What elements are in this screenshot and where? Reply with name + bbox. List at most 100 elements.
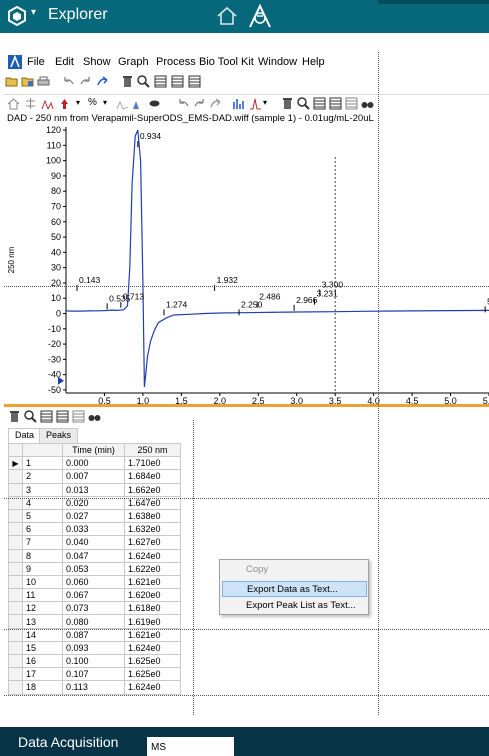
chromatogram-icon[interactable] <box>249 97 262 110</box>
menu-graph[interactable]: Graph <box>118 56 149 68</box>
row-index-cell[interactable]: 6 <box>22 522 63 537</box>
context-export-data[interactable]: Export Data as Text... <box>222 581 367 597</box>
chromatogram-dropdown-icon[interactable]: ▾ <box>263 98 267 107</box>
time-cell[interactable]: 0.067 <box>62 588 125 603</box>
tab-peaks[interactable]: Peaks <box>39 428 79 443</box>
row-header[interactable] <box>8 522 23 537</box>
row-index-cell[interactable]: 13 <box>22 614 63 629</box>
menu-bio-tool-kit[interactable]: Bio Tool Kit <box>199 56 254 68</box>
row-index-cell[interactable]: 18 <box>22 680 63 695</box>
row-index-cell[interactable]: 16 <box>22 653 63 669</box>
table-row[interactable]: 13 0.080 1.619e0 <box>8 614 181 629</box>
time-cell[interactable]: 0.093 <box>62 640 125 656</box>
row-index-cell[interactable]: 2 <box>22 469 63 484</box>
area-icon[interactable] <box>132 97 145 110</box>
time-cell[interactable]: 0.053 <box>62 561 125 576</box>
time-cell[interactable]: 0.113 <box>62 680 125 695</box>
row-index-cell[interactable]: 8 <box>22 548 63 563</box>
row-header[interactable] <box>8 574 23 590</box>
ms-panel[interactable]: MS <box>147 737 234 756</box>
percent-dropdown-icon[interactable]: ▾ <box>103 98 107 107</box>
print-icon[interactable] <box>37 75 50 88</box>
arrow-down-icon[interactable]: ▾ <box>76 98 80 107</box>
row-header[interactable] <box>8 680 23 695</box>
row-header[interactable] <box>8 667 23 682</box>
value-cell[interactable]: 1.619e0 <box>124 614 181 629</box>
home-icon[interactable] <box>216 6 238 26</box>
table-row[interactable]: 11 0.067 1.620e0 <box>8 588 181 603</box>
time-cell[interactable]: 0.087 <box>62 627 125 642</box>
value-cell[interactable]: 1.622e0 <box>124 561 181 576</box>
value-cell[interactable]: 1.621e0 <box>124 627 181 642</box>
zoom-graph-icon[interactable] <box>297 97 310 110</box>
table-row[interactable]: 14 0.087 1.621e0 <box>8 627 181 642</box>
value-cell[interactable]: 1.684e0 <box>124 469 181 484</box>
table-graph-icon[interactable] <box>313 97 326 110</box>
table-row[interactable]: 8 0.047 1.624e0 <box>8 548 181 563</box>
row-index-cell[interactable]: 3 <box>22 482 63 497</box>
table-row[interactable]: 16 0.100 1.625e0 <box>8 653 181 669</box>
home-view-icon[interactable] <box>7 97 20 110</box>
value-cell[interactable]: 1.624e0 <box>124 640 181 656</box>
table-row[interactable]: 7 0.040 1.627e0 <box>8 535 181 550</box>
time-cell[interactable]: 0.107 <box>62 667 125 682</box>
row-index-cell[interactable]: 15 <box>22 640 63 656</box>
index-column-header[interactable] <box>22 442 63 458</box>
time-column-header[interactable]: Time (min) <box>62 442 125 458</box>
row-header[interactable] <box>8 508 23 524</box>
explorer-dropdown-caret[interactable]: ▾ <box>31 7 36 18</box>
forward-blue-icon[interactable] <box>96 75 109 88</box>
row-header[interactable] <box>8 482 23 497</box>
app-hexagon-icon[interactable] <box>8 6 26 26</box>
value-cell[interactable]: 1.618e0 <box>124 601 181 616</box>
table-data-icon[interactable] <box>40 410 53 423</box>
table-row[interactable]: 15 0.093 1.624e0 <box>8 640 181 656</box>
row-header[interactable] <box>8 535 23 550</box>
binoculars-icon[interactable] <box>361 97 374 110</box>
link-icon[interactable] <box>148 97 161 110</box>
value-cell[interactable]: 1.621e0 <box>124 574 181 590</box>
back-icon[interactable] <box>177 97 190 110</box>
baseline-icon[interactable] <box>116 97 129 110</box>
binoculars-data-icon[interactable] <box>88 410 101 423</box>
undo-icon[interactable] <box>62 75 75 88</box>
menu-edit[interactable]: Edit <box>55 56 74 68</box>
zoom-icon[interactable] <box>137 75 150 88</box>
zoom-data-icon[interactable] <box>24 410 37 423</box>
delete-icon[interactable] <box>121 75 134 88</box>
menu-process[interactable]: Process <box>156 56 196 68</box>
peakview-app-icon[interactable] <box>8 55 22 69</box>
time-cell[interactable]: 0.000 <box>62 456 125 471</box>
row-header[interactable] <box>8 561 23 576</box>
table-row[interactable]: 2 0.007 1.684e0 <box>8 469 181 484</box>
time-cell[interactable]: 0.100 <box>62 653 125 669</box>
menu-help[interactable]: Help <box>302 56 325 68</box>
value-cell[interactable]: 1.624e0 <box>124 548 181 563</box>
delete-data-icon[interactable] <box>8 410 21 423</box>
open-sample-icon[interactable] <box>21 75 34 88</box>
delete-graph-icon[interactable] <box>281 97 294 110</box>
value-cell[interactable]: 1.710e0 <box>124 456 181 471</box>
time-cell[interactable]: 0.040 <box>62 535 125 550</box>
time-cell[interactable]: 0.060 <box>62 574 125 590</box>
table-row[interactable]: ▶ 1 0.000 1.710e0 <box>8 456 181 471</box>
value-cell[interactable]: 1.638e0 <box>124 508 181 524</box>
time-cell[interactable]: 0.033 <box>62 522 125 537</box>
table-row[interactable]: 10 0.060 1.621e0 <box>8 574 181 590</box>
row-header[interactable] <box>8 614 23 629</box>
context-copy[interactable]: Copy <box>222 562 367 578</box>
forward-sample-icon[interactable] <box>209 97 222 110</box>
row-index-cell[interactable]: 9 <box>22 561 63 576</box>
grid-graph-icon[interactable] <box>345 97 358 110</box>
value-cell[interactable]: 1.627e0 <box>124 535 181 550</box>
forward-icon[interactable] <box>193 97 206 110</box>
row-index-cell[interactable]: 12 <box>22 601 63 616</box>
table-row[interactable]: 17 0.107 1.625e0 <box>8 667 181 682</box>
open-folder-icon[interactable] <box>5 75 18 88</box>
wavelength-column-header[interactable]: 250 nm <box>124 442 181 458</box>
row-header[interactable] <box>8 601 23 616</box>
table-row[interactable]: 18 0.113 1.624e0 <box>8 680 181 695</box>
row-header[interactable] <box>8 627 23 642</box>
grid-data-icon[interactable] <box>72 410 85 423</box>
chromatogram-chart[interactable]: -50-40-30-20-100102030405060708090100110… <box>4 123 489 405</box>
